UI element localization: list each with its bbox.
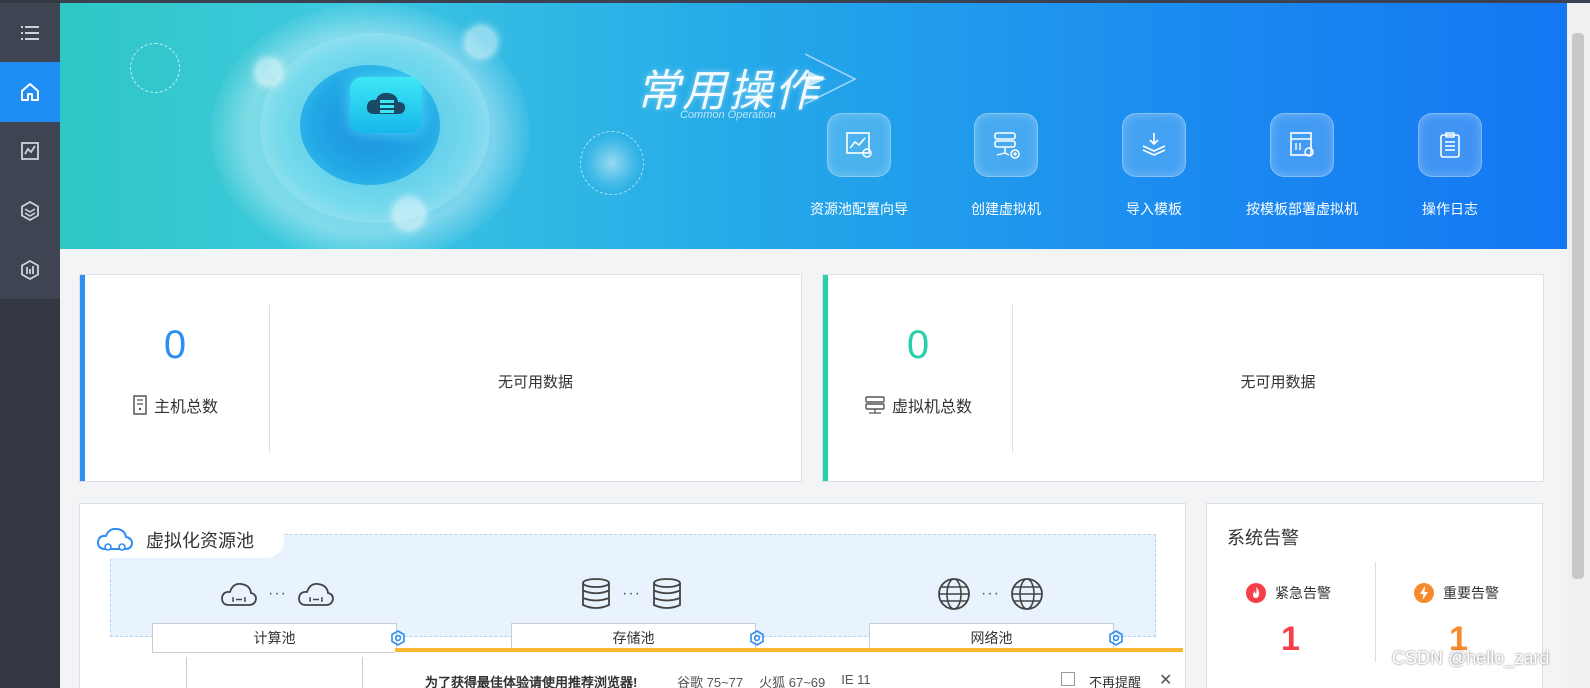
sidebar xyxy=(0,0,60,688)
vm-total-label-row: 虚拟机总数 xyxy=(823,393,1013,417)
cloud-network-icon xyxy=(96,527,134,551)
menu-list-icon xyxy=(21,26,39,40)
globe-icon xyxy=(938,578,970,610)
floating-bubble-icon xyxy=(256,59,282,85)
deploy-template-icon xyxy=(1270,113,1334,177)
host-no-data: 无可用数据 xyxy=(497,374,573,391)
vm-no-data: 无可用数据 xyxy=(1240,374,1316,391)
urgent-alarm[interactable]: 紧急告警 xyxy=(1245,582,1331,604)
vm-total-count: 0 xyxy=(906,323,930,367)
op-pool-wizard[interactable]: 资源池配置向导 xyxy=(784,113,934,219)
browser-warning-bar: 为了获得最佳体验请使用推荐浏览器! 谷歌 75~77 火狐 67~69 IE 1… xyxy=(395,648,1183,688)
page-scrollbar[interactable] xyxy=(1567,3,1590,688)
common-operations-banner: 常用操作 Common Operation 资源池配置向导 创建虚拟机 导入模板… xyxy=(60,3,1567,249)
vm-total-card: 0 虚拟机总数 无可用数据 xyxy=(822,274,1544,482)
floating-bubble-icon xyxy=(394,199,424,229)
pool-connector-line xyxy=(186,657,187,688)
banner-subtitle: Common Operation xyxy=(680,109,776,121)
cloud-compute-icon xyxy=(298,583,334,606)
op-label: 按模板部署虚拟机 xyxy=(1246,201,1358,217)
floating-bubble-icon xyxy=(130,43,180,93)
globe-icon xyxy=(1011,578,1043,610)
alarm-divider xyxy=(1375,562,1376,662)
floating-bubble-icon xyxy=(466,27,496,57)
banner-arrow-icon xyxy=(804,53,857,105)
compute-dots: ··· xyxy=(268,585,287,602)
op-import-template[interactable]: 导入模板 xyxy=(1079,113,1229,219)
home-icon xyxy=(21,83,39,101)
operation-log-icon xyxy=(1418,113,1482,177)
storage-pool-icons: ··· xyxy=(580,576,683,612)
compute-pool-button[interactable]: 计算池 xyxy=(152,623,397,653)
no-remind-checkbox[interactable] xyxy=(1061,672,1075,686)
host-total-count: 0 xyxy=(163,323,187,367)
pool-header: 虚拟化资源池 xyxy=(96,522,284,558)
database-icon xyxy=(582,578,610,609)
important-alarm[interactable]: 重要告警 xyxy=(1413,582,1499,604)
floating-bubble-icon xyxy=(580,131,644,195)
card-accent-bar xyxy=(80,275,85,481)
op-create-vm[interactable]: 创建虚拟机 xyxy=(931,113,1081,219)
sidebar-item-monitor[interactable] xyxy=(0,121,60,181)
network-settings-gear-icon[interactable] xyxy=(1108,630,1124,646)
close-icon[interactable]: ✕ xyxy=(1159,670,1172,688)
op-label: 导入模板 xyxy=(1126,201,1182,217)
compute-settings-gear-icon[interactable] xyxy=(390,630,406,646)
vm-total-label: 虚拟机总数 xyxy=(891,399,972,416)
sidebar-item-resource[interactable] xyxy=(0,181,60,241)
card-accent-bar xyxy=(823,275,828,481)
network-dots: ··· xyxy=(981,585,1000,602)
storage-settings-gear-icon[interactable] xyxy=(749,630,765,646)
watermark: CSDN @hello_zard xyxy=(1392,648,1550,668)
op-label: 资源池配置向导 xyxy=(810,201,908,217)
important-alarm-label: 重要告警 xyxy=(1443,585,1499,601)
pool-wizard-icon xyxy=(827,113,891,177)
storage-dots: ··· xyxy=(622,585,641,602)
monitor-chart-icon xyxy=(21,142,39,160)
chrome-version: 谷歌 75~77 xyxy=(677,675,744,688)
sidebar-item-report[interactable] xyxy=(0,240,60,300)
pool-connector-line xyxy=(362,657,363,688)
lightning-icon xyxy=(1414,583,1434,603)
alarm-title: 系统告警 xyxy=(1227,528,1299,548)
server-icon xyxy=(133,395,147,415)
import-template-icon xyxy=(1122,113,1186,177)
hexagon-layers-icon xyxy=(21,200,39,222)
recommended-browsers: 谷歌 75~77 火狐 67~69 IE 11 xyxy=(677,672,871,688)
op-operation-log[interactable]: 操作日志 xyxy=(1375,113,1525,219)
cloud-compute-icon xyxy=(221,583,257,606)
flame-icon xyxy=(1246,583,1266,603)
no-remind-label[interactable]: 不再提醒 xyxy=(1089,672,1141,688)
host-total-label: 主机总数 xyxy=(153,399,218,416)
firefox-version: 火狐 67~69 xyxy=(759,675,826,688)
browser-warning-text: 为了获得最佳体验请使用推荐浏览器! xyxy=(425,675,638,688)
ie-version: IE 11 xyxy=(841,672,871,687)
cloud-server-icon xyxy=(350,77,422,133)
create-vm-icon xyxy=(974,113,1038,177)
op-label: 操作日志 xyxy=(1422,201,1478,217)
op-label: 创建虚拟机 xyxy=(971,201,1041,217)
vm-server-icon xyxy=(865,396,885,414)
urgent-alarm-label: 紧急告警 xyxy=(1275,585,1331,601)
database-icon xyxy=(653,578,681,609)
pool-title: 虚拟化资源池 xyxy=(146,531,254,551)
urgent-alarm-count: 1 xyxy=(1281,620,1300,658)
compute-pool-icons: ··· xyxy=(220,576,335,612)
host-total-label-row: 主机总数 xyxy=(80,393,270,417)
sidebar-item-menu[interactable] xyxy=(0,3,60,63)
op-deploy-template[interactable]: 按模板部署虚拟机 xyxy=(1227,113,1377,219)
scrollbar-thumb[interactable] xyxy=(1572,33,1584,579)
network-pool-icons: ··· xyxy=(937,576,1044,612)
sidebar-item-home[interactable] xyxy=(0,62,60,122)
report-icon xyxy=(21,259,39,281)
host-total-card: 0 主机总数 无可用数据 xyxy=(79,274,802,482)
